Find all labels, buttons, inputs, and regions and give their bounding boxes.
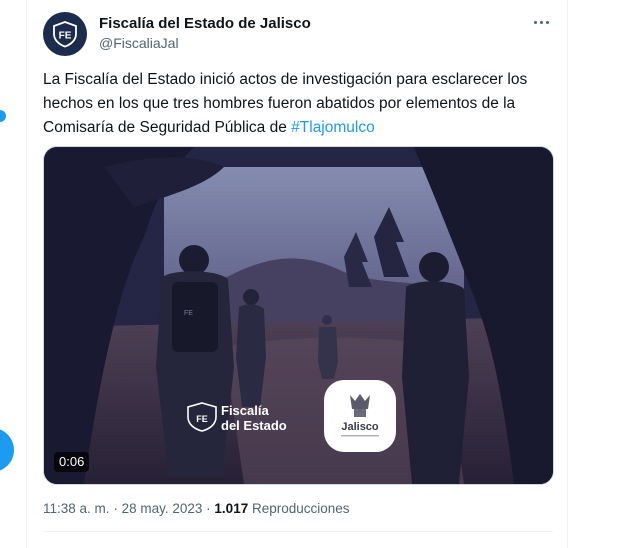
video-player[interactable]: FE FE Fiscalía del Estado Jalisco 0:06 — [43, 146, 554, 485]
hashtag-link[interactable]: #Tlajomulco — [291, 119, 375, 136]
sidebar-nav-dot[interactable] — [0, 110, 6, 122]
watermark-fiscalia-line2: del Estado — [221, 418, 287, 433]
tweet-text: La Fiscalía del Estado inició actos de i… — [43, 68, 553, 140]
page: FE Fiscalía del Estado de Jalisco @Fisca… — [0, 0, 621, 548]
avatar[interactable]: FE — [43, 12, 87, 56]
meta-separator: · — [206, 501, 211, 516]
meta-separator: · — [113, 501, 118, 516]
tweet-text-body: La Fiscalía del Estado inició actos de i… — [43, 71, 528, 136]
jalisco-badge: Jalisco — [324, 380, 396, 452]
video-frame: FE FE Fiscalía del Estado Jalisco — [44, 147, 553, 484]
divider — [43, 531, 553, 532]
views-count: 1.017 — [214, 501, 249, 516]
tweet-card: FE Fiscalía del Estado de Jalisco @Fisca… — [26, 0, 568, 548]
more-icon[interactable] — [529, 12, 553, 32]
user-block: Fiscalía del Estado de Jalisco @Fiscalia… — [99, 14, 311, 52]
fiscalia-badge-text: FE — [196, 414, 208, 424]
views-label: Reproducciones — [251, 501, 350, 516]
tweet-date[interactable]: 28 may. 2023 — [122, 501, 203, 516]
avatar-initials: FE — [59, 31, 72, 42]
user-handle[interactable]: @FiscaliaJal — [99, 34, 311, 52]
video-duration-badge: 0:06 — [54, 452, 90, 472]
compose-fab-button[interactable] — [0, 428, 14, 472]
watermark-jalisco: Jalisco — [341, 421, 379, 433]
watermark-fiscalia-line1: Fiscalía — [221, 403, 269, 418]
tweet-meta: 11:38 a. m. · 28 may. 2023 · 1.017 Repro… — [43, 500, 350, 518]
tweet-time[interactable]: 11:38 a. m. — [43, 501, 110, 516]
display-name[interactable]: Fiscalía del Estado de Jalisco — [99, 14, 311, 34]
shield-icon: FE — [53, 21, 77, 48]
tweet-header: FE Fiscalía del Estado de Jalisco @Fisca… — [43, 12, 553, 56]
